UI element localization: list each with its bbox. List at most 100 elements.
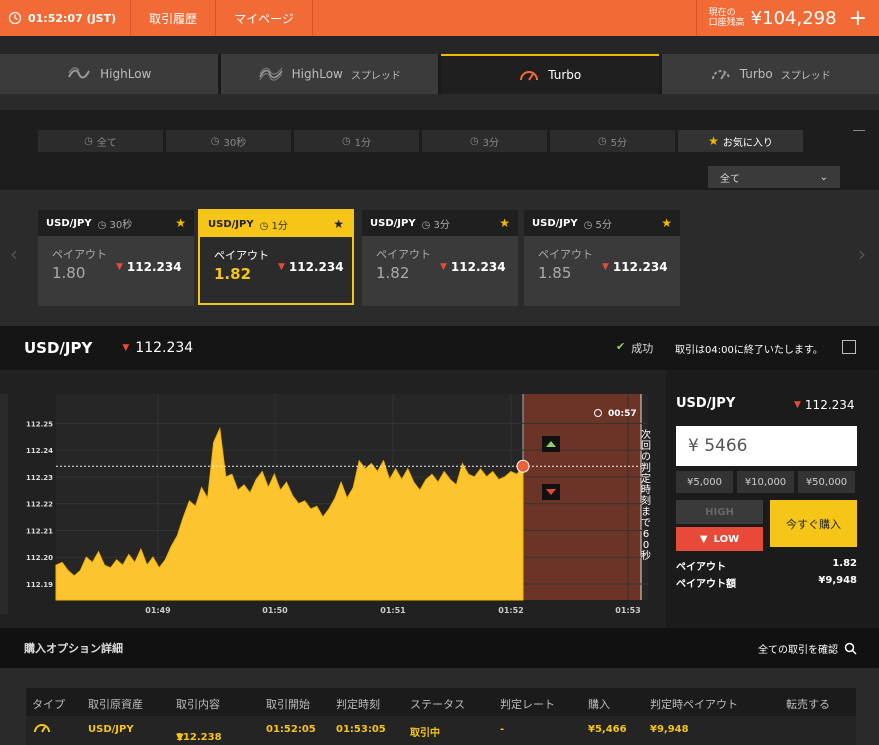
y-tick-label: 112.19 xyxy=(26,581,53,589)
y-tick-label: 112.22 xyxy=(26,501,53,509)
payout-row: ペイアウト 1.82 xyxy=(676,558,857,573)
low-button[interactable]: ▼ LOW xyxy=(676,527,763,551)
asset-cards: ‹ › USD/JPY ◷ 30秒 ★ ペイアウト 1.80 ▼ 112.234 USD… xyxy=(0,190,879,326)
tab-highlow[interactable]: HighLow xyxy=(0,54,218,94)
table-row[interactable]: USD/JPY ▼ 112.238 01:52:05 01:53:05 取引中 … xyxy=(26,716,856,745)
down-arrow-icon: ▼ xyxy=(278,262,285,272)
star-icon[interactable]: ★ xyxy=(333,217,344,231)
filter-favorites[interactable]: ★ お気に入り xyxy=(678,130,803,152)
next-judgement-text: 6 xyxy=(643,529,649,540)
y-tick-label: 112.21 xyxy=(26,527,53,535)
next-arrow-icon[interactable]: › xyxy=(858,242,866,266)
next-judgement-text: 秒 xyxy=(641,549,651,562)
server-clock: 01:52:07 (JST) xyxy=(0,0,132,36)
pair-title: USD/JPY xyxy=(24,339,93,357)
next-judgement-text: 判 xyxy=(641,462,651,474)
server-time: 01:52:07 (JST) xyxy=(28,11,117,25)
down-arrow-icon: ▼ xyxy=(122,343,130,353)
down-arrow-icon: ▼ xyxy=(699,533,708,545)
x-tick-label: 01:52 xyxy=(498,606,523,615)
table-header: タイプ 取引原資産 取引内容 取引開始 判定時刻 ステータス 判定レート 購入 … xyxy=(26,688,856,716)
view-all-trades-link[interactable]: 全ての取引を確認 xyxy=(758,641,857,656)
quick-amount-10000[interactable]: ¥10,000 xyxy=(737,471,794,493)
tabs-spacer xyxy=(0,94,879,110)
highlow-icon xyxy=(68,67,91,79)
amount-input[interactable]: ¥ 5466 xyxy=(676,426,857,466)
closing-message: 取引は04:00に終了いたします。 xyxy=(675,345,823,356)
next-judgement-text: 時 xyxy=(641,484,651,496)
clock-icon: ◷ xyxy=(84,135,93,147)
filter-area: ◷ 全て ◷ 30秒 ◷ 1分 ◷ 3分 ◷ 5分 ★ お気に入り 全て ⌄ xyxy=(0,110,879,190)
x-tick-label: 01:49 xyxy=(145,606,171,615)
buy-now-button[interactable]: 今すぐ購入 xyxy=(770,500,857,547)
purchase-details-bar: 購入オプション詳細 全ての取引を確認 xyxy=(0,628,879,668)
topbar-spacer xyxy=(0,36,879,54)
filter-3m[interactable]: ◷ 3分 xyxy=(422,130,547,152)
clock-icon: ◷ xyxy=(210,135,220,147)
y-tick-label: 112.25 xyxy=(26,420,53,428)
asset-card-selected[interactable]: USD/JPY ◷ 1分 ★ ペイアウト 1.82 ▼ 112.234 xyxy=(198,209,354,305)
balance-label: 現在の 口座残高 xyxy=(708,8,745,28)
prev-arrow-icon[interactable]: ‹ xyxy=(10,242,18,266)
turbo-spread-icon xyxy=(711,70,730,80)
x-tick-label: 01:51 xyxy=(380,606,406,615)
account-balance: 現在の 口座残高 ¥104,298 + xyxy=(695,0,879,36)
trades-table: タイプ 取引原資産 取引内容 取引開始 判定時刻 ステータス 判定レート 購入 … xyxy=(0,668,879,745)
next-judgement-text: 回 xyxy=(641,440,651,452)
asset-select[interactable]: 全て ⌄ xyxy=(708,166,840,188)
trade-pair: USD/JPY xyxy=(676,396,736,411)
price-chart: 01:49 01:50 01:51 01:52 01:53 112.25 112.24 112… xyxy=(26,394,651,615)
next-judgement-text: 刻 xyxy=(641,494,651,507)
quick-amounts: ¥5,000 ¥10,000 ¥50,000 xyxy=(676,471,855,493)
deposit-plus-button[interactable]: + xyxy=(849,6,867,31)
tab-turbo[interactable]: Turbo xyxy=(441,54,659,94)
star-icon[interactable]: ★ xyxy=(175,216,186,230)
filter-1m[interactable]: ◷ 1分 xyxy=(294,130,419,152)
check-icon: ✔ xyxy=(616,340,626,353)
down-arrow-icon: ▼ xyxy=(602,262,609,272)
pair-rate: ▼ 112.234 xyxy=(122,340,194,356)
chart-area: 01:49 01:50 01:51 01:52 01:53 112.25 112.24 112… xyxy=(0,370,666,628)
star-icon[interactable]: ★ xyxy=(661,216,672,230)
product-tabs: HighLow HighLow スプレッド Turbo Turbo スプレッド xyxy=(0,54,879,94)
clock-icon: ◷ xyxy=(597,135,607,147)
down-arrow-icon: ▼ xyxy=(116,262,123,272)
star-icon[interactable]: ★ xyxy=(499,216,510,230)
tab-turbo-spread[interactable]: Turbo スプレッド xyxy=(661,54,879,94)
y-tick-label: 112.24 xyxy=(26,447,53,455)
turbo-type-icon xyxy=(32,720,52,737)
pair-header: USD/JPY ▼ 112.234 ✔ 成功 取引は04:00に終了いたします。 xyxy=(0,326,879,370)
high-button[interactable]: HIGH xyxy=(676,500,763,524)
quick-amount-50000[interactable]: ¥50,000 xyxy=(798,471,855,493)
y-tick-label: 112.20 xyxy=(26,554,53,562)
next-judgement-text: 次 xyxy=(641,428,651,441)
expand-icon[interactable] xyxy=(842,340,856,354)
asset-card[interactable]: USD/JPY ◷ 30秒 ★ ペイアウト 1.80 ▼ 112.234 xyxy=(38,210,194,306)
next-judgement-text: 定 xyxy=(641,472,651,485)
details-title: 購入オプション詳細 xyxy=(24,642,123,655)
duration-filters: ◷ 全て ◷ 30秒 ◷ 1分 ◷ 3分 ◷ 5分 ★ お気に入り xyxy=(38,130,803,152)
asset-card[interactable]: USD/JPY ◷ 3分 ★ ペイアウト 1.82 ▼ 112.234 xyxy=(362,210,518,306)
filter-5m[interactable]: ◷ 5分 xyxy=(550,130,675,152)
filter-all[interactable]: ◷ 全て xyxy=(38,130,163,152)
next-judgement-text: の xyxy=(641,452,651,463)
quick-amount-5000[interactable]: ¥5,000 xyxy=(676,471,733,493)
search-icon xyxy=(844,642,857,655)
expiry-zone xyxy=(523,394,641,600)
next-judgement-text: ま xyxy=(641,506,651,518)
clock-icon: ◷ xyxy=(469,135,479,147)
countdown-timer: 00:57 xyxy=(608,409,637,419)
top-bar: 01:52:07 (JST) 取引履歴 マイページ 現在の 口座残高 ¥104,… xyxy=(0,0,879,36)
filter-30s[interactable]: ◷ 30秒 xyxy=(166,130,291,152)
next-judgement-text: で xyxy=(641,518,651,529)
collapse-button[interactable] xyxy=(853,130,865,131)
clock-icon: ◷ xyxy=(341,135,351,147)
nav-trade-history[interactable]: 取引履歴 xyxy=(131,0,217,36)
trade-rate: ▼ 112.234 xyxy=(794,398,855,412)
down-arrow-icon: ▼ xyxy=(794,400,801,410)
payout-amount-row: ペイアウト額 ¥9,948 xyxy=(676,575,857,590)
asset-card[interactable]: USD/JPY ◷ 5分 ★ ペイアウト 1.85 ▼ 112.234 xyxy=(524,210,680,306)
tab-highlow-spread[interactable]: HighLow スプレッド xyxy=(220,54,438,94)
nav-my-page[interactable]: マイページ xyxy=(216,0,313,36)
x-tick-label: 01:50 xyxy=(262,606,288,615)
